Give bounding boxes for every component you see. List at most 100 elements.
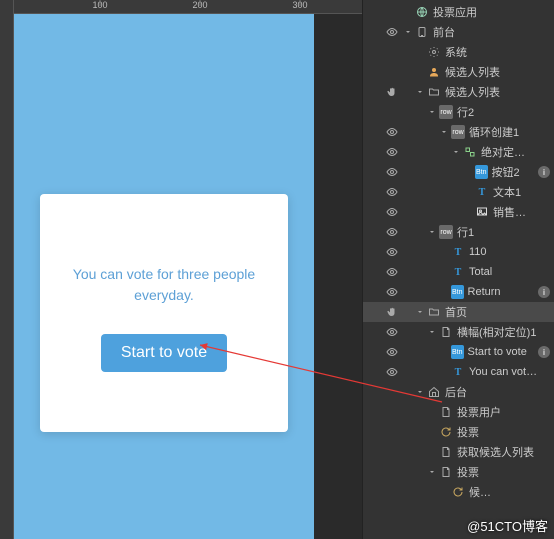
layer-row[interactable]: 候选人列表 [363,62,554,82]
layer-row[interactable]: 获取候选人列表 [363,442,554,462]
layer-label: Total [469,266,554,278]
visibility-eye-icon[interactable] [385,365,399,379]
layer-row[interactable]: 投票 [363,462,554,482]
layers-panel[interactable]: 投票应用前台系统候选人列表候选人列表row行2row循环创建1绝对定…Btn按钮… [362,0,554,539]
visibility-eye-icon[interactable] [385,325,399,339]
layer-label: 候选人列表 [445,64,554,80]
watermark: @51CTO博客 [467,516,548,535]
caret-down-icon[interactable] [403,27,413,37]
layer-row[interactable]: 首页 [363,302,554,322]
layer-row[interactable]: row行2 [363,102,554,122]
refresh-icon [451,485,465,499]
gear-icon [427,45,441,59]
caret-down-icon[interactable] [427,227,437,237]
layer-row[interactable]: T 文本1 [363,182,554,202]
layer-label: 候… [469,484,554,500]
ruler-tick [200,0,201,6]
device-preview[interactable]: You can vote for three people everyday. … [14,14,314,539]
layer-label: 循环创建1 [469,124,554,140]
layer-row[interactable]: 系统 [363,42,554,62]
layer-row[interactable]: 投票 [363,422,554,442]
caret-down-icon[interactable] [427,107,437,117]
caret-down-icon[interactable] [451,147,461,157]
layer-label: Start to vote [468,346,538,358]
txt-icon: T [475,185,489,199]
hand-icon[interactable] [385,85,399,99]
layer-row[interactable]: 候… [363,482,554,502]
layer-row[interactable]: 候选人列表 [363,82,554,102]
btn-icon: Btn [475,165,488,179]
layer-label: 投票用户 [457,404,554,420]
abs-icon [463,145,477,159]
layer-row[interactable]: 后台 [363,382,554,402]
layer-row[interactable]: T110 [363,242,554,262]
ruler-tick [100,0,101,6]
layer-row[interactable]: 投票应用 [363,2,554,22]
txt-icon: T [451,265,465,279]
layer-row[interactable]: 投票用户 [363,402,554,422]
visibility-eye-icon[interactable] [385,145,399,159]
layer-row[interactable]: row 行1 [363,222,554,242]
layer-row[interactable]: BtnReturni [363,282,554,302]
doc-icon [439,325,453,339]
visibility-eye-icon[interactable] [385,225,399,239]
visibility-eye-icon[interactable] [385,125,399,139]
visibility-eye-icon[interactable] [385,265,399,279]
layer-label: 投票应用 [433,4,554,20]
caret-down-icon[interactable] [427,467,437,477]
layer-label: 文本1 [493,184,554,200]
ruler-horizontal: 100 200 300 [0,0,362,14]
layer-row[interactable]: Btn Start to votei [363,342,554,362]
btn-icon: Btn [451,345,464,359]
layer-label: Return [468,286,538,298]
layer-label: 横幅(相对定位)1 [457,324,554,340]
info-icon[interactable]: i [538,346,550,358]
layer-label: 系统 [445,44,554,60]
info-icon[interactable]: i [538,166,550,178]
ruler-vertical [0,0,14,539]
layer-row[interactable]: Btn 按钮2i [363,162,554,182]
visibility-eye-icon[interactable] [385,25,399,39]
visibility-eye-icon[interactable] [385,285,399,299]
layer-row[interactable]: 横幅(相对定位)1 [363,322,554,342]
visibility-eye-icon[interactable] [385,185,399,199]
home-icon [427,385,441,399]
card-line2: everyday. [134,287,194,303]
layer-label: 首页 [445,304,554,320]
start-to-vote-button[interactable]: Start to vote [101,334,227,372]
user-icon [427,65,441,79]
layer-row[interactable]: TYou can vot… [363,362,554,382]
img-icon [475,205,489,219]
visibility-eye-icon[interactable] [385,345,399,359]
vote-card-text: You can vote for three people everyday. [58,264,270,306]
visibility-eye-icon[interactable] [385,165,399,179]
layer-row[interactable]: T Total [363,262,554,282]
hand-icon[interactable] [385,305,399,319]
loop-icon: row [439,225,453,239]
layer-label: 行1 [457,224,554,240]
info-icon[interactable]: i [538,286,550,298]
layer-label: 投票 [457,464,554,480]
layer-row[interactable]: 前台 [363,22,554,42]
caret-down-icon[interactable] [415,387,425,397]
visibility-eye-icon[interactable] [385,245,399,259]
caret-down-icon[interactable] [439,127,449,137]
layer-label: 按钮2 [492,164,538,180]
layer-row[interactable]: row 循环创建1 [363,122,554,142]
doc-icon [439,405,453,419]
caret-down-icon[interactable] [427,327,437,337]
layer-tree[interactable]: 投票应用前台系统候选人列表候选人列表row行2row循环创建1绝对定…Btn按钮… [363,0,554,502]
glob-icon [415,5,429,19]
loop-icon: row [451,125,465,139]
caret-down-icon[interactable] [415,87,425,97]
layer-label: 获取候选人列表 [457,444,554,460]
layer-label: 后台 [445,384,554,400]
layer-row[interactable]: 销售… [363,202,554,222]
caret-down-icon[interactable] [415,307,425,317]
canvas-area: 100 200 300 You can vote for three peopl… [0,0,362,539]
visibility-eye-icon[interactable] [385,205,399,219]
layer-row[interactable]: 绝对定… [363,142,554,162]
layer-label: 前台 [433,24,554,40]
folder-icon [427,305,441,319]
layer-label: 销售… [493,204,554,220]
